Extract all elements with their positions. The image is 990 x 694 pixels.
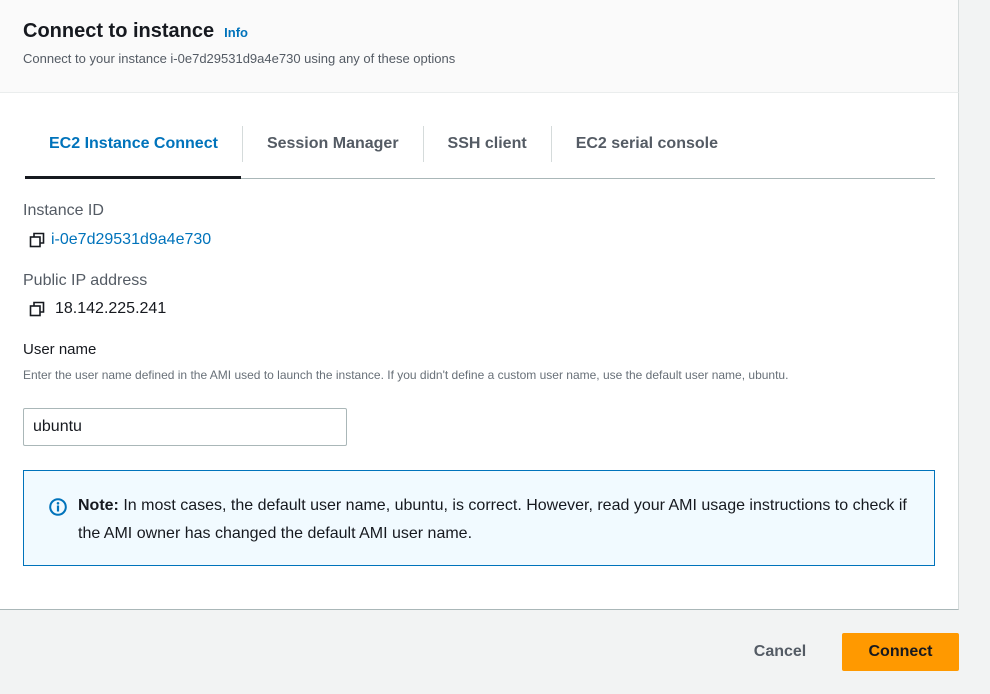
page-title: Connect to instance — [23, 20, 215, 42]
note-body: In most cases, the default user name, ub… — [78, 497, 907, 542]
connect-button[interactable]: Connect — [842, 633, 959, 671]
info-link[interactable]: Info — [224, 25, 248, 40]
cancel-button[interactable]: Cancel — [740, 633, 820, 671]
tab-ec2-instance-connect[interactable]: EC2 Instance Connect — [25, 126, 242, 162]
info-circle-icon — [49, 498, 67, 516]
tab-session-manager[interactable]: Session Manager — [243, 126, 423, 162]
copy-icon[interactable] — [29, 232, 45, 248]
tab-bar: EC2 Instance Connect Session Manager SSH… — [25, 126, 935, 179]
note-text: Note: In most cases, the default user na… — [78, 492, 908, 548]
active-tab-indicator — [25, 176, 241, 179]
user-name-description: Enter the user name defined in the AMI u… — [23, 368, 789, 382]
page-subtitle: Connect to your instance i-0e7d29531d9a4… — [23, 51, 456, 66]
instance-id-row: i-0e7d29531d9a4e730 — [29, 231, 211, 249]
title-row: Connect to instance Info — [23, 20, 248, 43]
modal-header: Connect to instance Info Connect to your… — [0, 0, 959, 93]
user-name-input[interactable] — [23, 408, 347, 446]
tab-ssh-client[interactable]: SSH client — [424, 126, 551, 162]
user-name-label: User name — [23, 341, 97, 358]
public-ip-label: Public IP address — [23, 272, 148, 289]
note-bold: Note: — [78, 497, 119, 514]
instance-id-label: Instance ID — [23, 202, 104, 219]
modal-body: EC2 Instance Connect Session Manager SSH… — [0, 93, 959, 610]
tab-ec2-serial-console[interactable]: EC2 serial console — [552, 126, 742, 162]
public-ip-value: 18.142.225.241 — [55, 300, 167, 317]
public-ip-row: 18.142.225.241 — [29, 300, 166, 318]
info-alert: Note: In most cases, the default user na… — [23, 470, 935, 566]
instance-id-link[interactable]: i-0e7d29531d9a4e730 — [51, 231, 211, 249]
copy-icon[interactable] — [29, 301, 45, 317]
